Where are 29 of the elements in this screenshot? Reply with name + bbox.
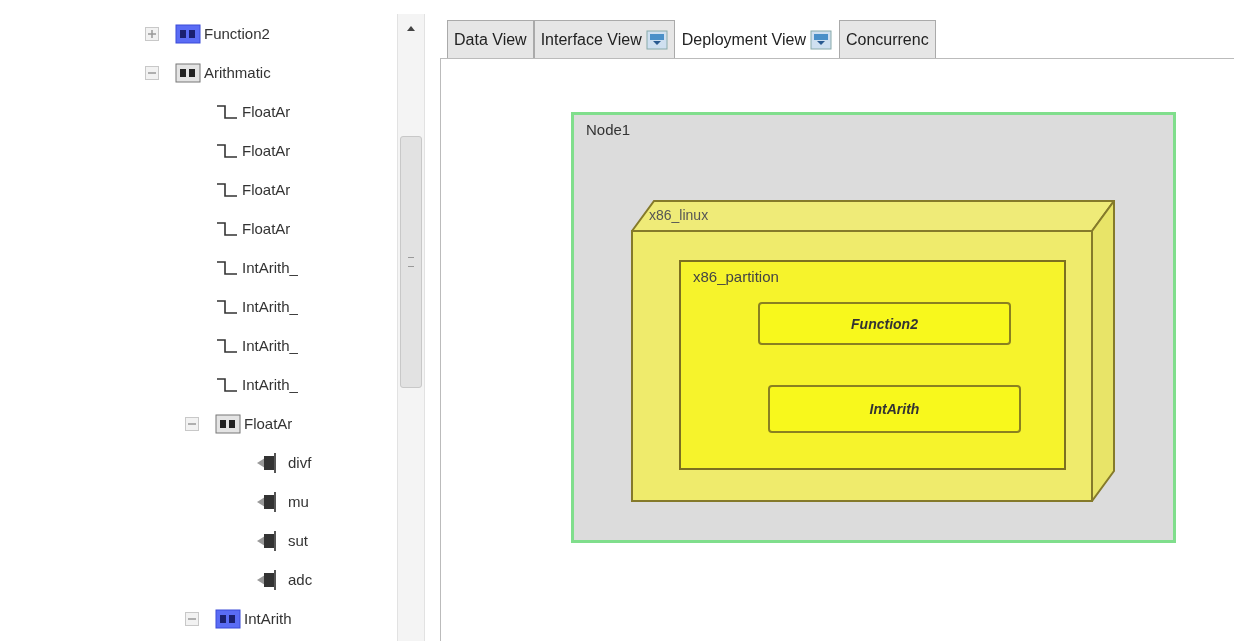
view-tab[interactable]: Concurrenc [838, 20, 936, 58]
window-icon[interactable] [809, 29, 832, 50]
function-box: Function2 [758, 302, 1011, 345]
view-tab[interactable]: Interface View [533, 20, 675, 58]
partition-label: x86_partition [693, 268, 779, 285]
tree-item[interactable]: IntArith_ [242, 259, 298, 276]
scroll-thumb[interactable] [400, 136, 422, 388]
scroll-up-icon[interactable] [406, 24, 416, 32]
device-label: x86_linux [649, 207, 709, 223]
tree-item[interactable]: sut [288, 532, 308, 549]
tree-item[interactable]: FloatAr [242, 142, 291, 159]
tree-item[interactable]: divf [288, 454, 312, 471]
tree-item[interactable]: IntArith_ [242, 337, 298, 354]
tree-item[interactable]: adc [288, 571, 313, 588]
tree-item[interactable]: FloatAr [242, 181, 291, 198]
tree-item[interactable]: IntArith_ [242, 376, 298, 393]
function-box: IntArith [768, 385, 1021, 433]
tree-item[interactable]: IntArith [244, 610, 292, 627]
tree-item[interactable]: FloatAr [244, 415, 293, 432]
tree-item[interactable]: FloatAr [242, 103, 291, 120]
scrollbar[interactable] [397, 14, 425, 641]
view-tab[interactable]: Data View [447, 20, 534, 58]
tree-item[interactable]: Function2 [204, 25, 270, 42]
tree-item[interactable]: mu [288, 493, 309, 510]
tree-item[interactable]: FloatAr [242, 220, 291, 237]
tree-item[interactable]: Arithmatic [204, 64, 271, 81]
window-icon[interactable] [645, 29, 668, 50]
node-label: Node1 [586, 121, 631, 138]
tree-item[interactable]: IntArith_ [242, 298, 298, 315]
